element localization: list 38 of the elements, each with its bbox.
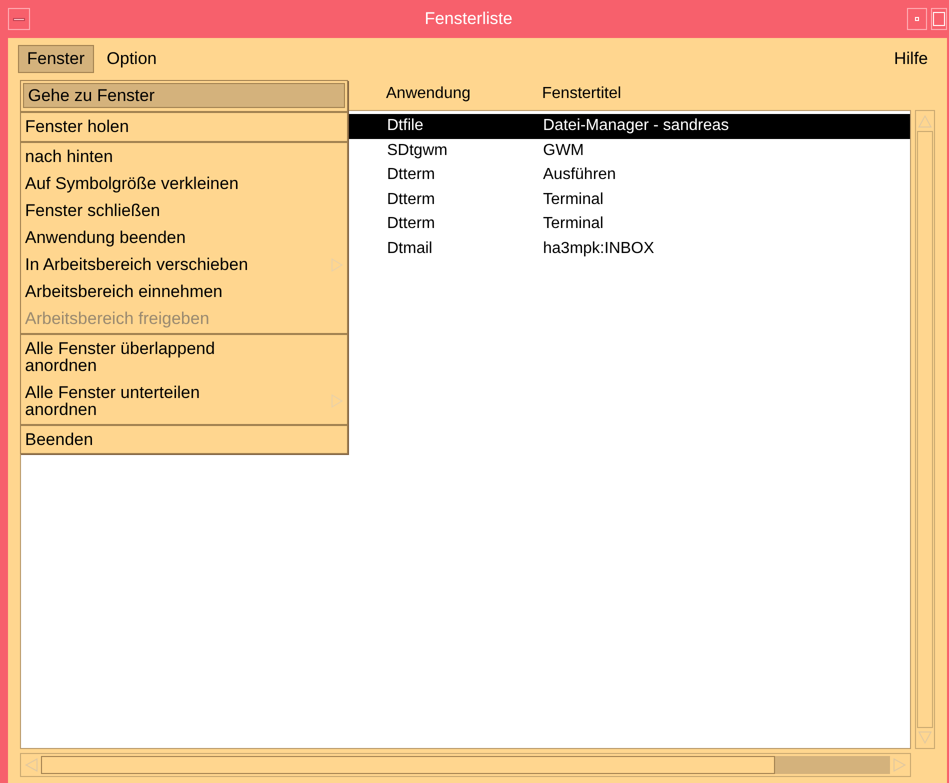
menu-item[interactable]: Beenden [21, 424, 347, 453]
table-cell-text: Dtterm [387, 214, 436, 234]
table-cell-text: Dtfile [387, 116, 424, 136]
menu-item[interactable]: Alle Fenster überlappend anordnen [21, 333, 347, 379]
table-cell-text: Datei-Manager - sandreas [543, 116, 729, 136]
menu-item[interactable]: Anwendung beenden [21, 224, 347, 251]
vertical-scrollbar[interactable] [915, 110, 935, 749]
column-header[interactable]: Anwendung [386, 82, 542, 108]
table-cell-text: Terminal [543, 190, 604, 210]
scroll-thumb[interactable] [917, 131, 933, 728]
menu-bar-item[interactable]: Hilfe [884, 45, 937, 73]
table-cell-text: SDtgwm [387, 140, 448, 161]
menu-item[interactable]: Gehe zu Fenster [23, 83, 345, 108]
minimize-button[interactable] [907, 8, 927, 30]
table-cell-text: Dtmail [387, 238, 434, 259]
menu-item[interactable]: Fenster holen [21, 111, 347, 140]
table-cell-text: Dtterm [387, 165, 436, 186]
menu-item[interactable]: nach hinten [21, 141, 347, 170]
menu-item[interactable]: Arbeitsbereich einnehmen [21, 278, 347, 305]
window-menu-button[interactable] [8, 8, 30, 30]
table-cell-text: Ausführen [543, 165, 616, 186]
submenu-arrow-icon [331, 258, 343, 272]
menu-item[interactable]: In Arbeitsbereich verschieben [21, 251, 347, 278]
horizontal-scrollbar[interactable] [20, 753, 911, 777]
table-cell-text: GWM [543, 140, 584, 161]
submenu-arrow-icon [331, 394, 343, 408]
menu-item[interactable]: Auf Symbolgröße verkleinen [21, 170, 347, 197]
maximize-button[interactable] [931, 8, 947, 30]
scroll-thumb[interactable] [41, 756, 775, 774]
menu-item[interactable]: Alle Fenster unterteilen anordnen [21, 379, 347, 423]
table-cell-text: ha3mpk:INBOX [543, 238, 654, 259]
column-header[interactable]: Fenstertitel [542, 82, 622, 108]
menu-bar-item[interactable]: Fenster [18, 45, 94, 73]
menu-bar-item[interactable]: Option [98, 45, 166, 73]
table-cell-text: Terminal [543, 214, 604, 234]
window-title: Fensterliste [424, 8, 514, 30]
menu-item[interactable]: Fenster schließen [21, 197, 347, 224]
table-cell-text: Dtterm [387, 190, 436, 210]
